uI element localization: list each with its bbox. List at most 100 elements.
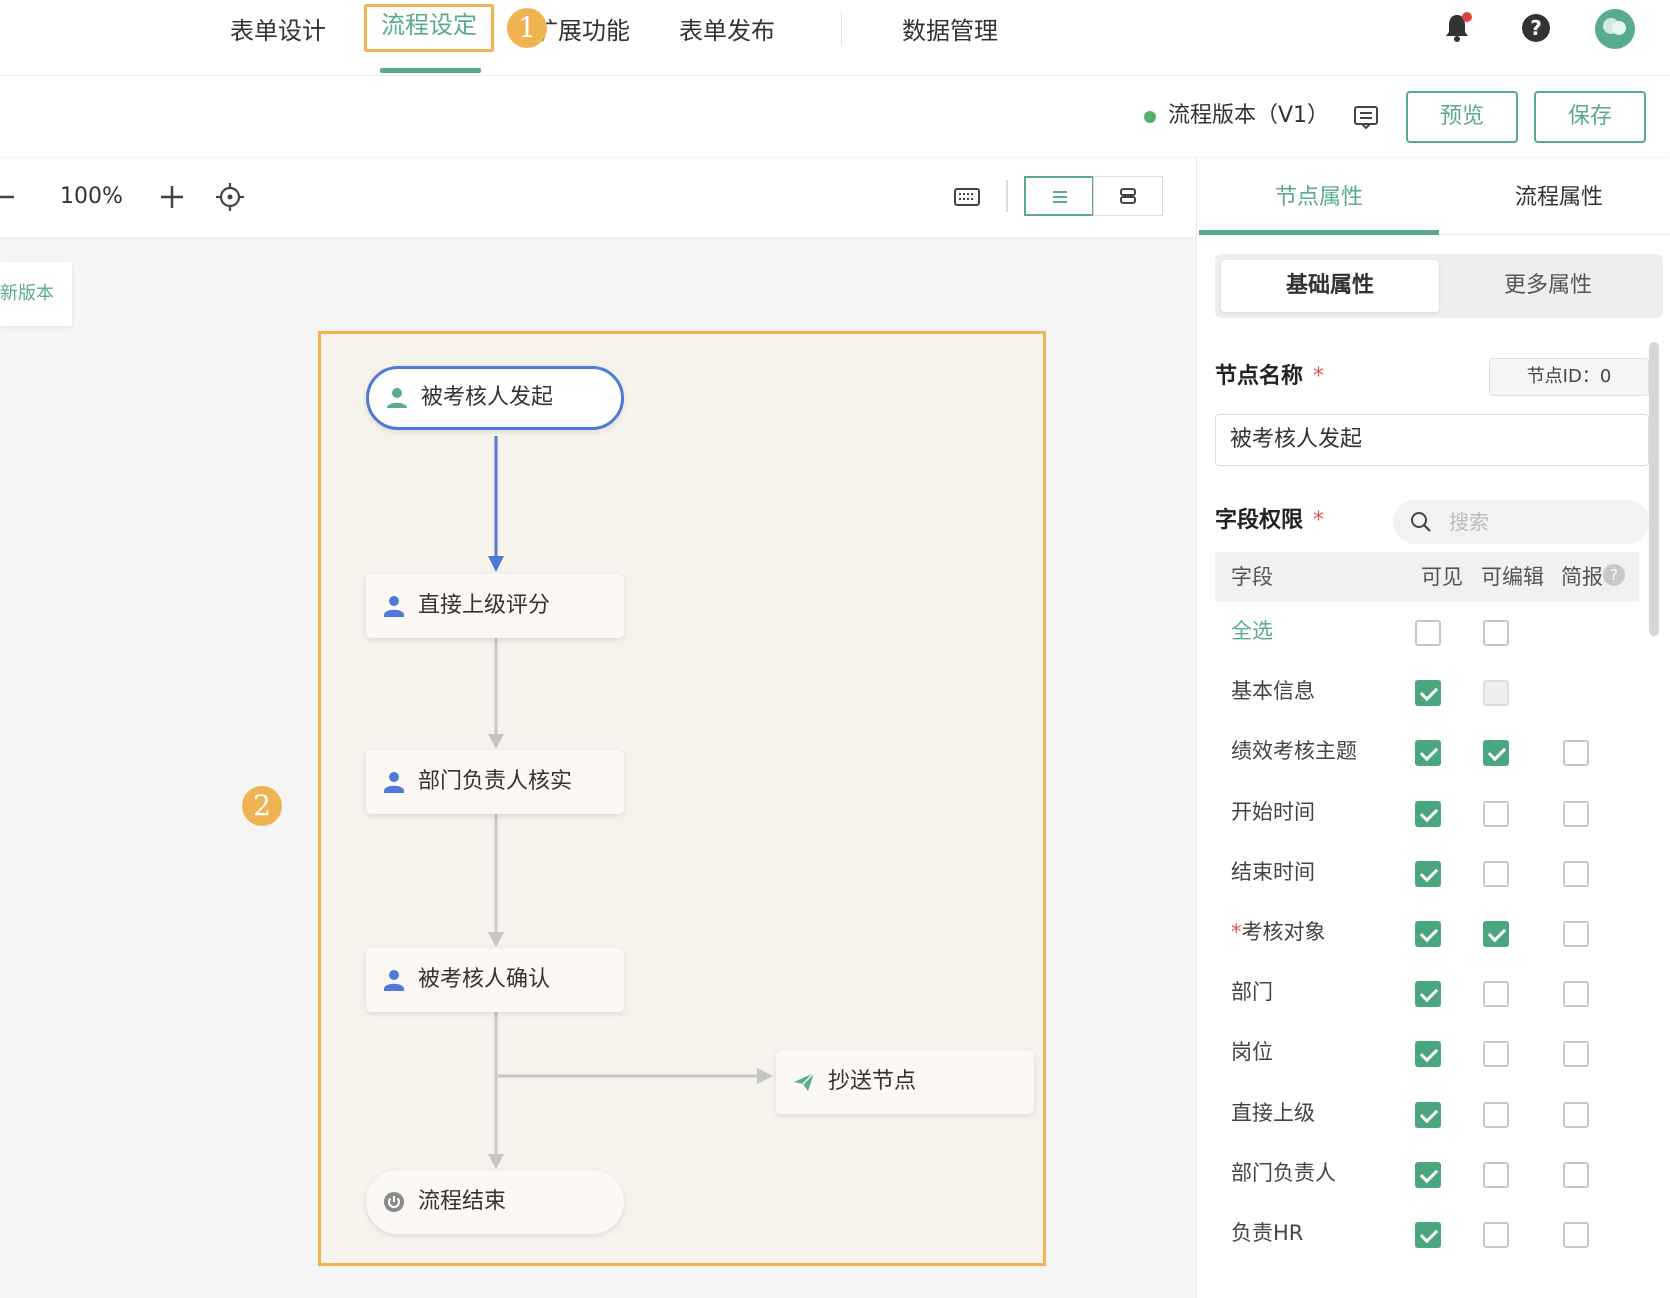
node-label: 抄送节点 <box>828 1069 916 1094</box>
field-row: 部门 <box>1215 963 1639 1023</box>
flow-node-dept-head[interactable]: 部门负责人核实 <box>366 750 624 814</box>
search-icon <box>1409 510 1433 534</box>
locate-icon[interactable] <box>213 180 247 214</box>
field-label: 岗位 <box>1231 1035 1273 1069</box>
brief-checkbox[interactable] <box>1563 861 1589 887</box>
node-label: 流程结束 <box>418 1189 506 1214</box>
nav-divider <box>841 12 842 46</box>
editable-checkbox[interactable] <box>1483 801 1509 827</box>
power-icon <box>382 1190 406 1214</box>
node-id-badge: 节点ID：0 <box>1489 358 1649 396</box>
process-version[interactable]: 流程版本（V1） <box>1168 99 1329 133</box>
visible-checkbox[interactable] <box>1415 1102 1441 1128</box>
visible-checkbox[interactable] <box>1415 801 1441 827</box>
select-all-label[interactable]: 全选 <box>1231 614 1273 648</box>
brief-checkbox[interactable] <box>1563 801 1589 827</box>
visible-checkbox[interactable] <box>1415 1222 1441 1248</box>
flow-diagram-area: 被考核人发起 直接上级评分 部门负责人核实 被考核人确认 <box>318 331 1046 1266</box>
tab-process-properties[interactable]: 流程属性 <box>1515 180 1603 216</box>
zoom-in-icon[interactable] <box>155 180 189 214</box>
layout-list-toggle[interactable] <box>1024 176 1094 216</box>
field-row: 绩效考核主题 <box>1215 722 1639 782</box>
editable-checkbox[interactable] <box>1483 981 1509 1007</box>
bell-icon[interactable] <box>1440 11 1474 45</box>
brief-checkbox[interactable] <box>1563 921 1589 947</box>
list-icon <box>1050 187 1070 207</box>
properties-panel: 节点属性 流程属性 基础属性 更多属性 节点名称* 节点ID：0 被考核人发起 … <box>1196 158 1670 1298</box>
field-search-input[interactable]: 搜索 <box>1393 500 1649 544</box>
approver-icon <box>382 770 406 794</box>
brief-checkbox[interactable] <box>1563 740 1589 766</box>
preview-button[interactable]: 预览 <box>1406 91 1518 143</box>
editable-checkbox[interactable] <box>1483 620 1509 646</box>
subtab-more-properties[interactable]: 更多属性 <box>1439 260 1657 312</box>
field-row: 基本信息 <box>1215 662 1639 722</box>
approver-icon <box>382 594 406 618</box>
zoom-out-icon[interactable] <box>0 180 26 214</box>
visible-checkbox[interactable] <box>1415 1041 1441 1067</box>
field-row: 全选 <box>1215 602 1639 662</box>
node-label: 直接上级评分 <box>418 593 550 618</box>
flow-node-end[interactable]: 流程结束 <box>366 1170 624 1234</box>
arrow-n2-n3 <box>488 932 504 947</box>
tab-form-publish[interactable]: 表单发布 <box>679 10 775 52</box>
visible-checkbox[interactable] <box>1415 981 1441 1007</box>
canvas-toolbar: 100% <box>0 158 1196 238</box>
editable-checkbox[interactable] <box>1483 1222 1509 1248</box>
tab-form-design[interactable]: 表单设计 <box>230 10 326 52</box>
flow-node-start[interactable]: 被考核人发起 <box>366 366 624 430</box>
comment-icon[interactable] <box>1352 103 1380 131</box>
layout-card-toggle[interactable] <box>1093 176 1163 216</box>
editable-checkbox[interactable] <box>1483 740 1509 766</box>
send-icon <box>792 1070 816 1094</box>
help-icon[interactable]: ? <box>1519 11 1553 45</box>
keyboard-icon[interactable] <box>950 180 984 214</box>
field-permission-label: 字段权限* <box>1215 504 1324 538</box>
brief-checkbox[interactable] <box>1563 1102 1589 1128</box>
visible-checkbox[interactable] <box>1415 620 1441 646</box>
field-label: *考核对象 <box>1231 915 1326 949</box>
visible-checkbox[interactable] <box>1415 1162 1441 1188</box>
panel-scrollbar[interactable] <box>1649 342 1659 636</box>
editable-checkbox[interactable] <box>1483 921 1509 947</box>
person-icon <box>385 386 409 410</box>
flow-node-assessee-confirm[interactable]: 被考核人确认 <box>366 948 624 1012</box>
editable-checkbox[interactable] <box>1483 1102 1509 1128</box>
top-navigation: 表单设计 流程设定 扩展功能 1 表单发布 数据管理 ? <box>0 0 1670 76</box>
tab-extensions[interactable]: 扩展功能 <box>534 10 630 52</box>
header-editable: 可编辑 <box>1481 560 1544 594</box>
visible-checkbox[interactable] <box>1415 921 1441 947</box>
question-icon[interactable]: ? <box>1603 564 1625 586</box>
editable-checkbox[interactable] <box>1483 1041 1509 1067</box>
node-label: 被考核人发起 <box>421 385 553 410</box>
tab-process-settings[interactable]: 流程设定 <box>364 4 494 52</box>
step-badge-1: 1 <box>507 8 547 48</box>
node-name-label: 节点名称* <box>1215 360 1324 394</box>
header-field: 字段 <box>1231 560 1273 594</box>
visible-checkbox[interactable] <box>1415 680 1441 706</box>
tab-node-properties[interactable]: 节点属性 <box>1275 180 1363 216</box>
field-row: *考核对象 <box>1215 903 1639 963</box>
search-placeholder: 搜索 <box>1449 506 1489 538</box>
avatar[interactable] <box>1594 8 1636 50</box>
editable-checkbox <box>1483 680 1509 706</box>
tab-data-management[interactable]: 数据管理 <box>902 10 998 52</box>
flow-node-cc[interactable]: 抄送节点 <box>776 1050 1034 1114</box>
node-name-input[interactable]: 被考核人发起 <box>1215 414 1649 466</box>
brief-checkbox[interactable] <box>1563 1222 1589 1248</box>
brief-checkbox[interactable] <box>1563 981 1589 1007</box>
process-header-bar: 流程版本（V1） 预览 保存 <box>0 77 1670 157</box>
new-version-tab[interactable]: 新版本 <box>0 262 72 326</box>
subtab-basic-properties[interactable]: 基础属性 <box>1221 260 1439 312</box>
brief-checkbox[interactable] <box>1563 1041 1589 1067</box>
editable-checkbox[interactable] <box>1483 861 1509 887</box>
save-button[interactable]: 保存 <box>1534 91 1646 143</box>
visible-checkbox[interactable] <box>1415 861 1441 887</box>
visible-checkbox[interactable] <box>1415 740 1441 766</box>
editable-checkbox[interactable] <box>1483 1162 1509 1188</box>
active-tab-indicator <box>380 68 481 73</box>
arrow-n3-end <box>488 1154 504 1169</box>
flow-node-direct-supervisor[interactable]: 直接上级评分 <box>366 574 624 638</box>
brief-checkbox[interactable] <box>1563 1162 1589 1188</box>
field-label: 部门负责人 <box>1231 1156 1336 1190</box>
